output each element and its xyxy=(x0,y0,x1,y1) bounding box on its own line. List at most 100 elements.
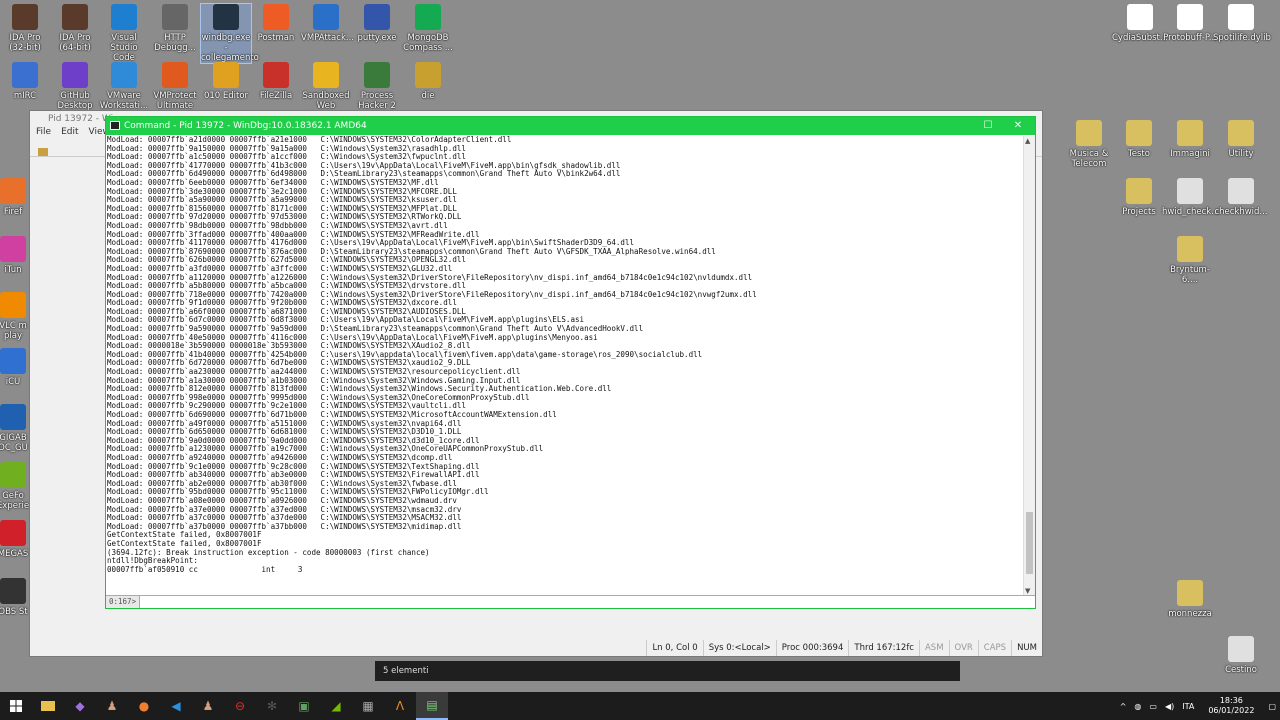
desktop-icon-rmid-2-icon xyxy=(1177,120,1203,146)
maximize-button[interactable]: ☐ xyxy=(973,117,1003,135)
desktop-icon-3[interactable]: HTTP Debugg... xyxy=(150,4,200,53)
stop-icon[interactable]: ⊖ xyxy=(224,692,256,720)
nvidia-icon[interactable]: ◢ xyxy=(320,692,352,720)
desktop-icon-right-0[interactable]: CydiaSubst... xyxy=(1112,4,1168,43)
desktop-icon-1[interactable]: IDA Pro (64-bit) xyxy=(50,4,100,53)
desktop-icon-edge-0[interactable]: Firef xyxy=(0,178,30,217)
desktop-icon-edge-1-label: iTun xyxy=(4,265,22,275)
scroll-up-icon[interactable]: ▲ xyxy=(1025,137,1030,145)
desktop-icon-0[interactable]: IDA Pro (32-bit) xyxy=(0,4,50,53)
desktop-icon-edge-6-label: MEGAS xyxy=(0,549,29,559)
status-line-col: Ln 0, Col 0 xyxy=(646,640,702,656)
desktop-icon-edge-7[interactable]: OBS St xyxy=(0,578,30,617)
desktop-icon-edge-5[interactable]: GeFo Experie xyxy=(0,462,30,511)
menu-file[interactable]: File xyxy=(36,127,51,141)
command-window[interactable]: Command - Pid 13972 - WinDbg:10.0.18362.… xyxy=(105,116,1036,609)
desktop-icon-rmid-3-label: Utility xyxy=(1228,149,1254,159)
desktop-icon-edge-4-label: GIGAB OC_GU xyxy=(0,433,28,453)
notifications-icon[interactable]: ▢ xyxy=(1264,702,1280,711)
network-icon[interactable]: ◍ xyxy=(1130,702,1145,711)
desktop-icon-rmid-7[interactable]: Bryntum-6.... xyxy=(1162,236,1218,285)
desktop-icon-edge-2[interactable]: VLC m play xyxy=(0,292,30,341)
volume-icon[interactable]: ◀) xyxy=(1161,702,1178,711)
desktop-icon-8-label: MongoDB Compass ... xyxy=(403,33,453,53)
desktop-icon-row2-1[interactable]: GitHub Desktop xyxy=(50,62,100,111)
desktop-icon-edge-4[interactable]: GIGAB OC_GU xyxy=(0,404,30,453)
desktop-icon-4[interactable]: windbg.exe - collegamento xyxy=(200,3,259,64)
desktop-icon-row2-3-label: VMProtect Ultimate xyxy=(153,91,197,111)
command-input[interactable] xyxy=(140,596,1035,608)
windows-start-icon[interactable] xyxy=(0,692,32,720)
firefox-icon[interactable]: ● xyxy=(128,692,160,720)
ida-icon[interactable]: ♟ xyxy=(96,692,128,720)
desktop-icon-rmid-3[interactable]: Utility xyxy=(1213,120,1269,159)
desktop-icon-rmid-4[interactable]: Projects xyxy=(1111,178,1167,217)
desktop-icon-right-1[interactable]: Protobuff-P... xyxy=(1162,4,1218,43)
desktop-icon-row2-8[interactable]: die xyxy=(403,62,453,101)
desktop-icon-row2-8-label: die xyxy=(421,91,435,101)
desktop-icon-row2-4[interactable]: 010 Editor xyxy=(201,62,251,101)
desktop-icon-row2-2-label: VMware Workstati... xyxy=(99,91,149,111)
spider-icon[interactable]: ✻ xyxy=(256,692,288,720)
desktop-icon-rmid-1[interactable]: Testo xyxy=(1111,120,1167,159)
sublime-icon[interactable]: Λ xyxy=(384,692,416,720)
desktop-icon-row2-0[interactable]: mIRC xyxy=(0,62,50,101)
desktop-icon-rmid-7-icon xyxy=(1177,236,1203,262)
desktop-icon-7[interactable]: putty.exe xyxy=(352,4,402,43)
desktop-icon-rmid-6-icon xyxy=(1228,178,1254,204)
desktop-icon-rmid-8[interactable]: monnezza xyxy=(1162,580,1218,619)
desktop-icon-5-label: Postman xyxy=(257,33,295,43)
status-num: NUM xyxy=(1011,640,1042,656)
language-indicator[interactable]: ITA xyxy=(1178,702,1198,711)
desktop-icon-rmid-8-label: monnezza xyxy=(1168,609,1212,619)
clock[interactable]: 18:36 06/01/2022 xyxy=(1198,696,1264,716)
desktop-icon-rmid-5[interactable]: hwid_check... xyxy=(1162,178,1220,217)
desktop-icon-2[interactable]: Visual Studio Code xyxy=(99,4,149,63)
desktop-icon-3-icon xyxy=(162,4,188,30)
desktop-icon-row2-4-label: 010 Editor xyxy=(203,91,249,101)
desktop-icon-5[interactable]: Postman xyxy=(251,4,301,43)
app-icon[interactable]: ▦ xyxy=(352,692,384,720)
desktop-icon-edge-1[interactable]: iTun xyxy=(0,236,30,275)
desktop-icon-rmid-0-icon xyxy=(1076,120,1102,146)
menu-edit[interactable]: Edit xyxy=(61,127,78,141)
desktop-icon-8[interactable]: MongoDB Compass ... xyxy=(403,4,453,53)
command-output: ModLoad: 00007ffb`a21d0000 00007ffb`a21e… xyxy=(106,136,1020,596)
desktop-icon-right-1-icon xyxy=(1177,4,1203,30)
chevron-up-icon[interactable]: ^ xyxy=(1116,702,1131,711)
desktop-icon-rmid-2[interactable]: Immagini xyxy=(1162,120,1218,159)
file-explorer-icon[interactable] xyxy=(32,692,64,720)
desktop-icon-rmid-5-label: hwid_check... xyxy=(1162,207,1220,217)
desktop-icon-edge-3-icon xyxy=(0,348,26,374)
ida-icon-2[interactable]: ♟ xyxy=(192,692,224,720)
desktop-icon-row2-7[interactable]: Process Hacker 2 xyxy=(352,62,402,111)
taskbar: ◆ ♟ ● ◀ ♟ ⊖ ✻ ▣ ◢ ▦ Λ ▤ ^ ◍ ▭ ◀) ITA 18:… xyxy=(0,692,1280,720)
output-scrollbar[interactable]: ▲ ▼ xyxy=(1023,136,1035,596)
desktop-icon-rmid-9[interactable]: Cestino xyxy=(1213,636,1269,675)
desktop-icon-edge-6[interactable]: MEGAS xyxy=(0,520,30,559)
desktop-icon-rmid-0-label: Musica & Telecom xyxy=(1069,149,1109,169)
desktop-icon-3-label: HTTP Debugg... xyxy=(154,33,196,53)
close-button[interactable]: ✕ xyxy=(1003,117,1033,135)
visual-studio-icon[interactable]: ◆ xyxy=(64,692,96,720)
command-window-titlebar[interactable]: Command - Pid 13972 - WinDbg:10.0.18362.… xyxy=(106,117,1035,135)
open-folder-icon[interactable] xyxy=(38,148,48,156)
desktop-icon-row2-5[interactable]: FileZilla xyxy=(251,62,301,101)
desktop-icon-edge-3[interactable]: iCU xyxy=(0,348,30,387)
desktop-icon-right-2[interactable]: Spotilife.dylib xyxy=(1213,4,1271,43)
desktop-icon-edge-1-icon xyxy=(0,236,26,262)
desktop-icon-edge-0-label: Firef xyxy=(3,207,23,217)
display-icon[interactable]: ▭ xyxy=(1145,702,1161,711)
desktop-icon-6[interactable]: VMPAttack... xyxy=(301,4,354,43)
desktop-icon-rmid-6[interactable]: checkhwid... xyxy=(1213,178,1269,217)
console-icon xyxy=(110,121,120,130)
desktop-icon-rmid-0[interactable]: Musica & Telecom xyxy=(1061,120,1117,169)
process-hacker-icon[interactable]: ▣ xyxy=(288,692,320,720)
windbg-taskbar-icon[interactable]: ▤ xyxy=(416,692,448,720)
desktop-icon-row2-2[interactable]: VMware Workstati... xyxy=(99,62,149,111)
scroll-down-icon[interactable]: ▼ xyxy=(1025,587,1030,595)
desktop-icon-row2-7-icon xyxy=(364,62,390,88)
scrollbar-thumb[interactable] xyxy=(1026,512,1033,574)
vscode-icon[interactable]: ◀ xyxy=(160,692,192,720)
desktop-icon-row2-3[interactable]: VMProtect Ultimate xyxy=(150,62,200,111)
